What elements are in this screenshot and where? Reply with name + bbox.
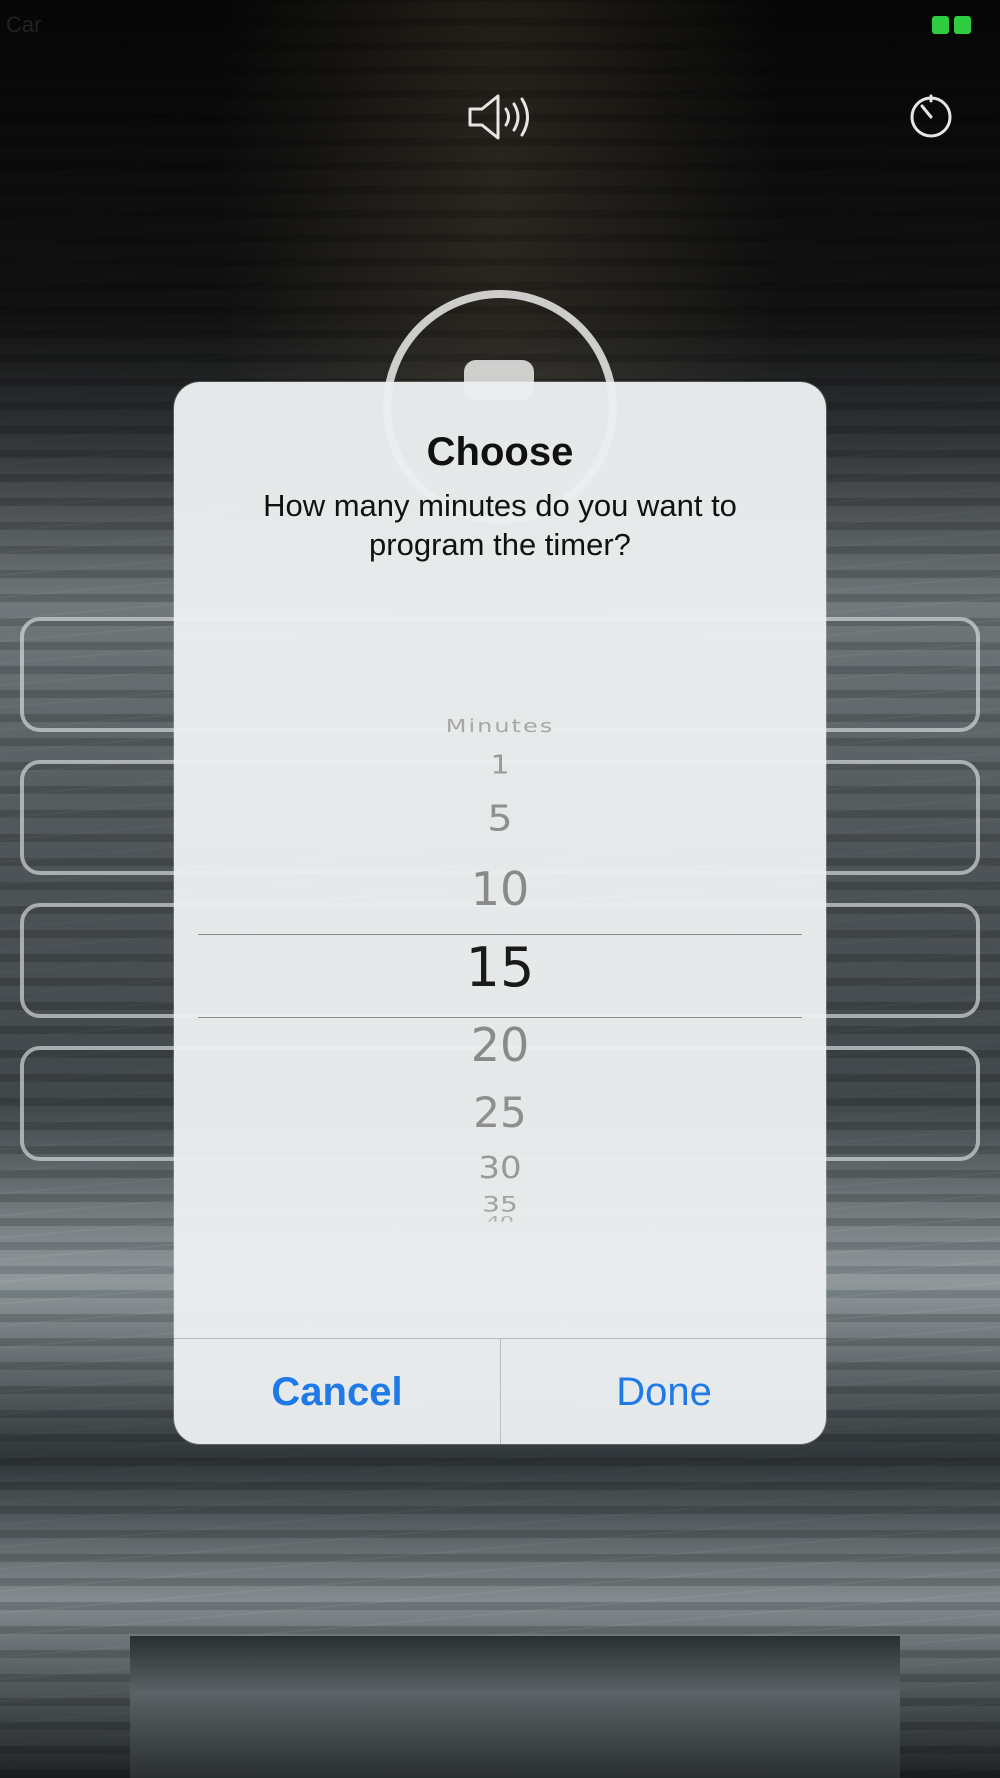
speaker-icon[interactable]: [466, 92, 536, 142]
status-carrier: Car: [6, 12, 42, 37]
timer-icon[interactable]: [906, 92, 956, 142]
picker-option[interactable]: 1: [174, 751, 826, 781]
dialog-message: How many minutes do you want to program …: [263, 488, 737, 562]
dialog-title: Choose: [426, 430, 574, 474]
picker-option[interactable]: 20: [174, 1018, 826, 1072]
ad-banner[interactable]: [130, 1636, 900, 1778]
cancel-button[interactable]: Cancel: [174, 1339, 500, 1444]
battery-icon: [932, 16, 972, 34]
picker-selection-top-line: [198, 934, 802, 935]
picker-option-selected[interactable]: 15: [174, 936, 826, 999]
timer-dialog: Choose How many minutes do you want to p…: [174, 382, 826, 1444]
picker-label: Minutes: [445, 715, 555, 737]
picker-option[interactable]: 30: [174, 1150, 826, 1186]
dialog-button-bar: Cancel Done: [174, 1338, 826, 1444]
picker-option[interactable]: 40: [174, 1214, 826, 1221]
picker-option[interactable]: 25: [174, 1088, 826, 1137]
picker-selection-bottom-line: [198, 1017, 802, 1018]
done-button[interactable]: Done: [501, 1339, 826, 1444]
minutes-picker[interactable]: Minutes 1 5 10 15 20 25 30 35 40: [174, 712, 826, 1444]
picker-option[interactable]: 5: [174, 798, 826, 839]
picker-option[interactable]: 10: [174, 862, 826, 916]
picker-option[interactable]: 35: [174, 1192, 826, 1217]
